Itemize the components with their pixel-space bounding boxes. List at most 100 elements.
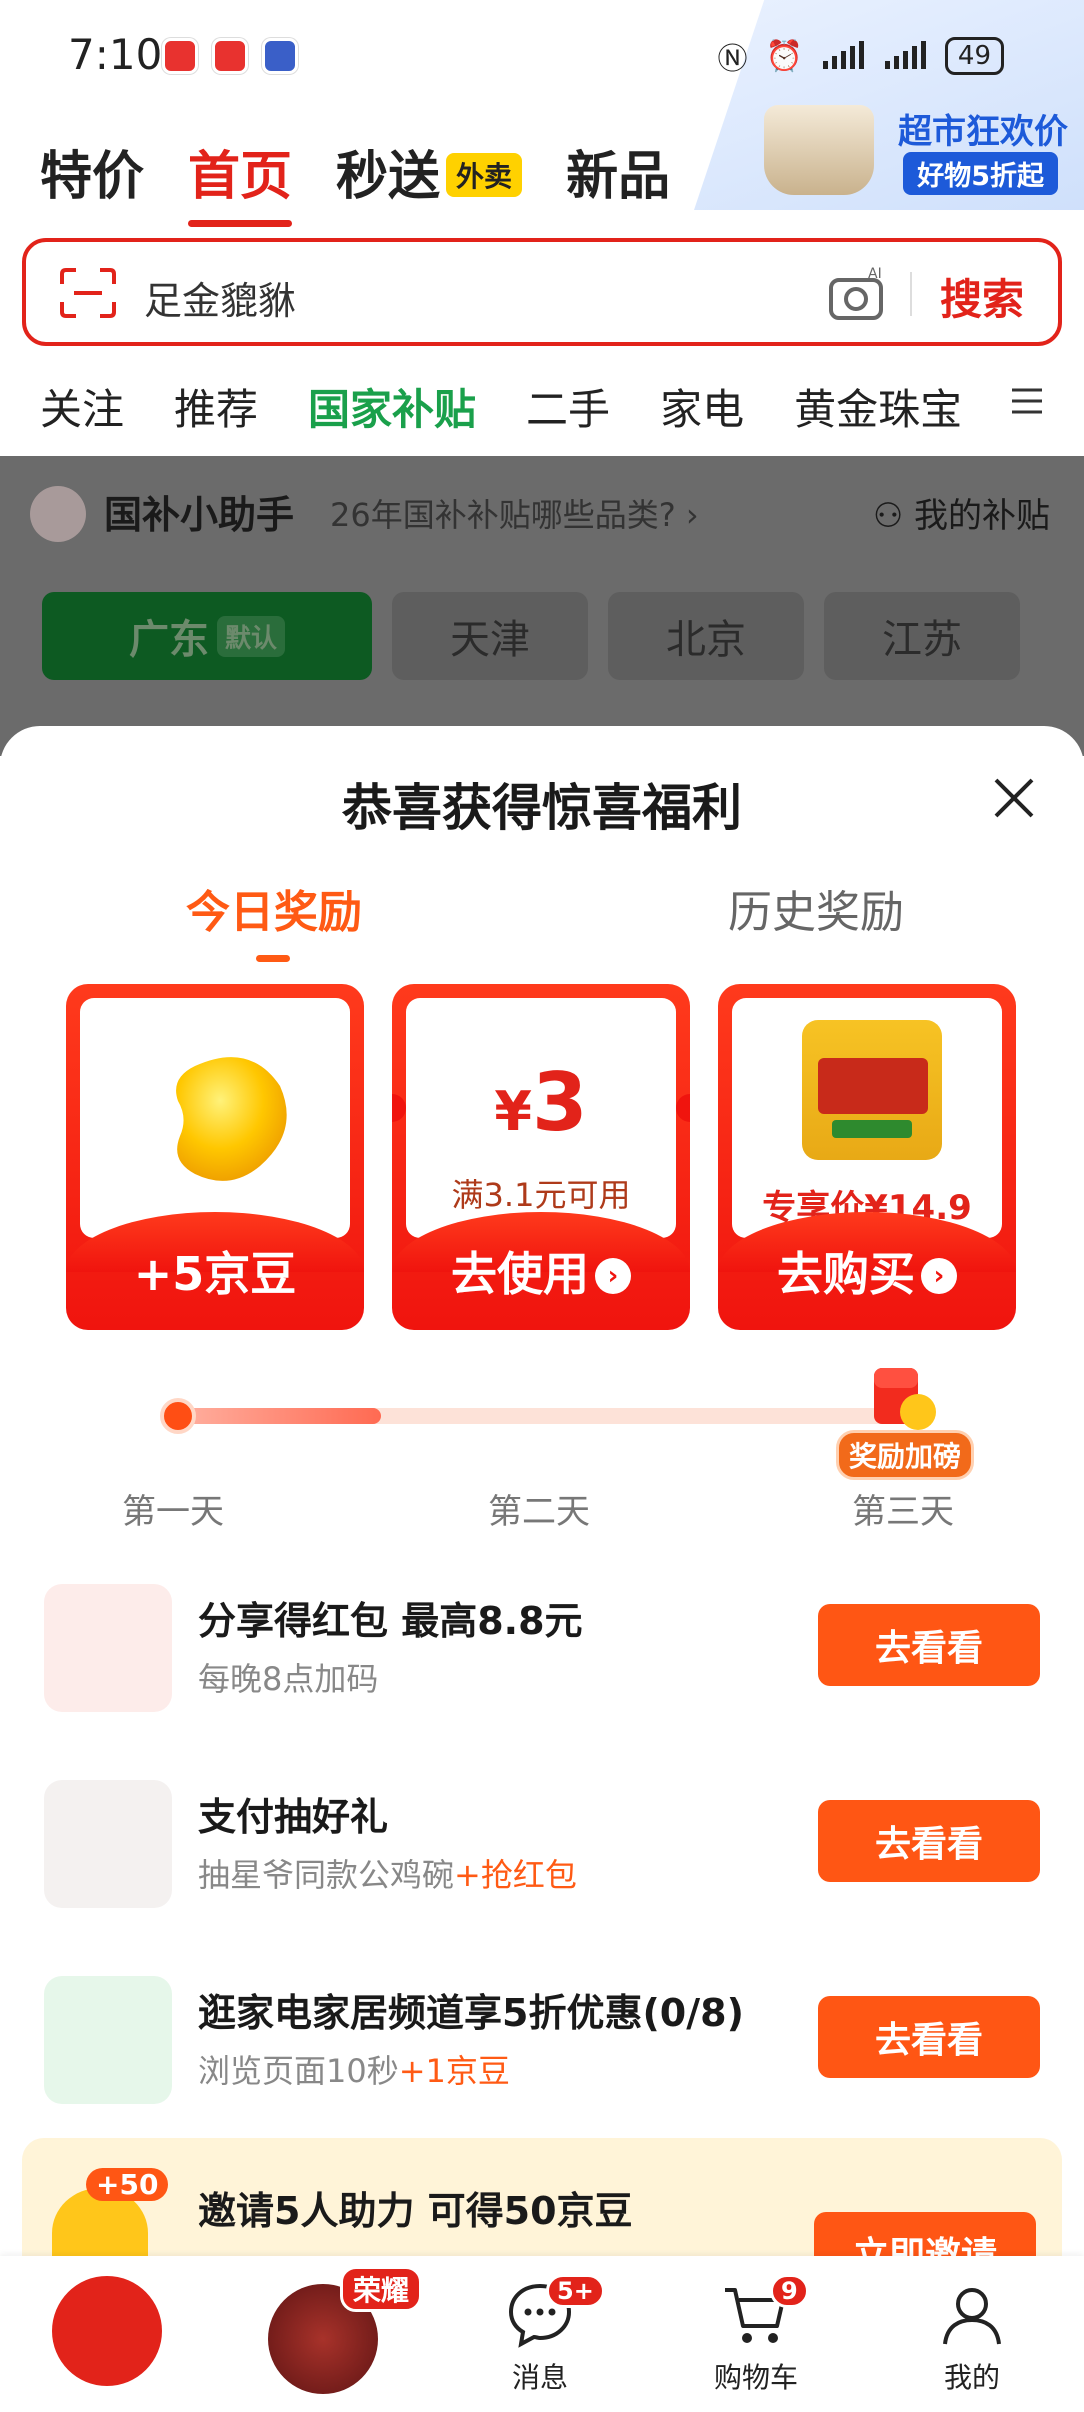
task-subtitle: 浏览页面10秒+1京豆 <box>198 2046 510 2092</box>
task-go-button[interactable]: 去看看 <box>818 1800 1040 1882</box>
red-envelope-icon <box>874 1368 936 1430</box>
buy-label: 去购买 <box>777 1247 915 1301</box>
svg-text:AI: AI <box>868 266 882 282</box>
task-subtitle-text: 浏览页面10秒 <box>198 2052 399 2090</box>
messages-count-badge: 5+ <box>546 2274 605 2308</box>
task-subtitle: 抽星爷同款公鸡碗+抢红包 <box>198 1850 577 1896</box>
me-label: 我的 <box>943 2361 1000 2394</box>
arrow-right-icon: › <box>921 1258 957 1294</box>
buy-button[interactable]: 去购买 › <box>718 1238 1016 1304</box>
share-red-packet-thumbnail <box>44 1584 172 1712</box>
my-subsidy-link[interactable]: ⚇ 我的补贴 <box>873 488 1050 537</box>
nav-me[interactable]: 我的 <box>892 2256 1052 2394</box>
reward-sheet: 恭喜获得惊喜福利 今日奖励 历史奖励 +5京豆 ¥3 满3.1元可用 去使用 ›… <box>0 726 1084 2282</box>
my-subsidy-label: 我的补贴 <box>914 496 1050 536</box>
day-two-label: 第二天 <box>488 1492 590 1532</box>
status-notification-icons <box>162 38 298 74</box>
region-beijing[interactable]: 北京 <box>608 592 804 680</box>
category-second-hand[interactable]: 二手 <box>526 376 610 437</box>
dimmed-background[interactable]: 国补小助手 26年国补补贴哪些品类? › ⚇ 我的补贴 广东 默认 天津 北京 江… <box>0 456 1084 756</box>
category-follow[interactable]: 关注 <box>40 376 124 437</box>
search-button[interactable]: 搜索 <box>940 266 1024 327</box>
use-coupon-button[interactable]: 去使用 › <box>392 1238 690 1304</box>
search-bar[interactable]: 足金貔貅 AI 搜索 <box>22 238 1062 346</box>
app-notification-icon <box>262 38 298 74</box>
category-national-subsidy[interactable]: 国家补贴 <box>308 376 476 437</box>
tab-instant-delivery-label: 秒送 <box>336 147 441 207</box>
reward-card-product[interactable]: 专享价¥14.9 去购买 › <box>718 984 1016 1330</box>
task-payment-lottery: 支付抽好礼 抽星爷同款公鸡碗+抢红包 去看看 <box>44 1780 1044 1908</box>
signal-icon <box>822 41 864 69</box>
helper-question[interactable]: 26年国补补贴哪些品类? › <box>330 490 699 536</box>
category-recommend[interactable]: 推荐 <box>174 376 258 437</box>
menu-icon[interactable] <box>1010 386 1044 416</box>
task-title: 支付抽好礼 <box>198 1795 389 1839</box>
user-profile-icon <box>943 2288 1001 2345</box>
card-body: ¥3 满3.1元可用 <box>406 998 676 1238</box>
region-tianjin[interactable]: 天津 <box>392 592 588 680</box>
chevron-right-icon: › <box>685 496 699 534</box>
app-notification-icon <box>162 38 198 74</box>
search-input[interactable]: 足金貔貅 <box>144 270 296 325</box>
bottom-nav: 荣耀 消息 5+ 购物车 9 我的 <box>0 2256 1084 2412</box>
promo-subtitle: 好物5折起 <box>903 152 1058 195</box>
task-subtitle-text: 每晚8点加码 <box>198 1660 379 1698</box>
card-body: 专享价¥14.9 <box>732 998 1002 1238</box>
bonus-badge: 奖励加磅 <box>836 1430 975 1480</box>
tab-new-products[interactable]: 新品 <box>566 134 670 209</box>
helper-title: 国补小助手 <box>104 493 295 537</box>
tab-specials[interactable]: 特价 <box>40 134 144 209</box>
tab-today-rewards[interactable]: 今日奖励 <box>186 876 362 962</box>
coupon-value: 3 <box>531 1056 588 1149</box>
status-indicators: Ⓝ ⏰ 49 <box>718 34 1004 78</box>
scan-icon[interactable] <box>60 268 116 318</box>
region-selector: 广东 默认 天津 北京 江苏 <box>42 592 1020 680</box>
task-subtitle: 每晚8点加码 <box>198 1654 378 1700</box>
reward-cards: +5京豆 ¥3 满3.1元可用 去使用 › 专享价¥14.9 去购买 › <box>66 984 1016 1330</box>
sheet-title: 恭喜获得惊喜福利 <box>342 779 742 837</box>
region-label: 广东 <box>128 617 209 663</box>
region-guangdong[interactable]: 广东 默认 <box>42 592 372 680</box>
cart-count-badge: 9 <box>770 2274 809 2308</box>
national-subsidy-thumbnail <box>44 1976 172 2104</box>
task-go-button[interactable]: 去看看 <box>818 1604 1040 1686</box>
close-icon[interactable] <box>990 774 1038 822</box>
reward-card-jingdou[interactable]: +5京豆 <box>66 984 364 1330</box>
task-browse-appliances: 逛家电家居频道享5折优惠(0/8) 浏览页面10秒+1京豆 去看看 <box>44 1976 1044 2104</box>
helper-question-text: 26年国补补贴哪些品类? <box>330 496 676 534</box>
product-label-graphic <box>818 1058 928 1114</box>
day-three-label: 第三天 <box>852 1492 954 1532</box>
user-icon: ⚇ <box>872 496 904 536</box>
coupon-notch <box>392 1094 406 1122</box>
jd-home-logo-icon[interactable] <box>52 2276 162 2386</box>
jingdou-reward-label: +5京豆 <box>133 1247 297 1301</box>
progress-fill <box>178 1408 381 1424</box>
nav-cart[interactable]: 购物车 <box>676 2256 836 2394</box>
tab-history-rewards[interactable]: 历史奖励 <box>728 876 904 940</box>
battery-indicator: 49 <box>944 37 1004 75</box>
category-gold-jewelry[interactable]: 黄金珠宝 <box>794 376 962 437</box>
task-title: 逛家电家居频道享5折优惠(0/8) <box>198 1991 744 2035</box>
task-go-button[interactable]: 去看看 <box>818 1996 1040 2078</box>
region-jiangsu[interactable]: 江苏 <box>824 592 1020 680</box>
category-nav: 关注 推荐 国家补贴 二手 家电 黄金珠宝 <box>40 376 962 437</box>
product-label-graphic <box>832 1120 912 1138</box>
camera-ai-icon[interactable]: AI <box>828 266 888 322</box>
reward-card-coupon[interactable]: ¥3 满3.1元可用 去使用 › <box>392 984 690 1330</box>
signal-icon <box>884 41 926 69</box>
rooster-bowl-thumbnail <box>44 1780 172 1908</box>
cart-label: 购物车 <box>713 2361 798 2394</box>
day-one-label: 第一天 <box>122 1492 224 1532</box>
honor-badge: 荣耀 <box>340 2266 423 2312</box>
alarm-icon: ⏰ <box>765 38 803 74</box>
arrow-right-icon: › <box>595 1258 631 1294</box>
category-appliances[interactable]: 家电 <box>660 376 744 437</box>
tab-home[interactable]: 首页 <box>188 134 293 227</box>
helper-avatar <box>30 486 86 542</box>
coupon-notch <box>676 1094 690 1122</box>
tab-instant-delivery[interactable]: 秒送 外卖 <box>336 134 523 209</box>
currency-symbol: ¥ <box>494 1080 532 1143</box>
task-title: 分享得红包 最高8.8元 <box>198 1599 583 1643</box>
main-tabs: 特价 首页 秒送 外卖 新品 <box>40 134 670 227</box>
invite-title: 邀请5人助力 可得50京豆 <box>198 2189 633 2233</box>
